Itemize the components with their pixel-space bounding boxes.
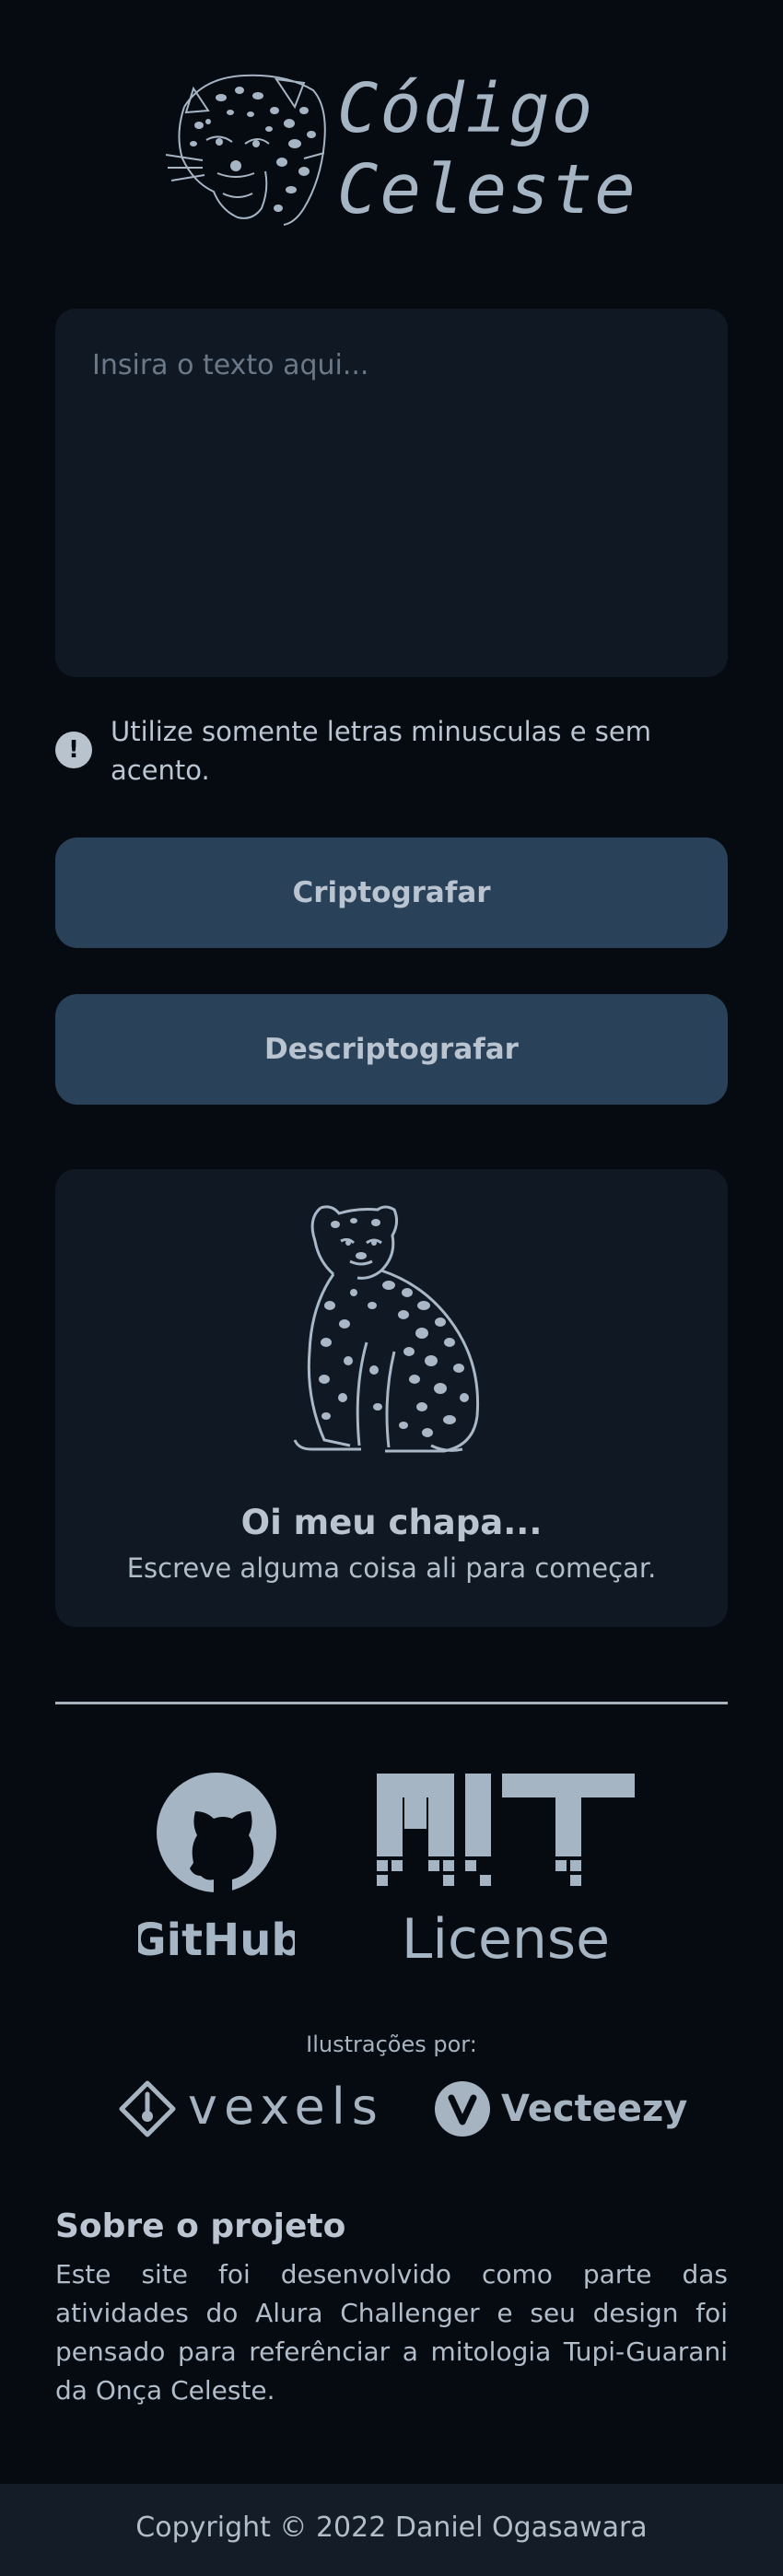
input-hint-text: Utilize somente letras minusculas e sem … — [111, 716, 652, 786]
output-title: Oi meu chapa... — [240, 1503, 543, 1542]
vecteezy-link[interactable]: Vecteezy — [435, 2079, 687, 2138]
license-label: License — [402, 1907, 610, 1967]
footer: Copyright © 2022 Daniel Ogasawara — [0, 2484, 783, 2576]
github-icon: GitHub — [130, 1773, 303, 1966]
exclamation-icon: ! — [55, 732, 92, 768]
vexels-link[interactable]: vexels — [118, 2076, 378, 2140]
site-header: Código Celeste — [0, 64, 783, 230]
site-title: Código Celeste — [337, 68, 637, 230]
sitting-jaguar-illustration — [293, 1205, 480, 1453]
mit-license-icon: License — [377, 1774, 635, 1972]
output-card: Oi meu chapa... Escreve alguma coisa ali… — [55, 1169, 728, 1627]
about-text: Este site foi desenvolvido como parte da… — [55, 2259, 728, 2406]
encrypt-button[interactable]: Criptografar — [55, 837, 728, 948]
mit-license-link[interactable]: License — [373, 1774, 640, 1972]
about-title: Sobre o projeto — [55, 2207, 346, 2245]
site-title-line1: Código — [337, 69, 595, 148]
page: Código Celeste ! Utilize somente letras … — [0, 0, 783, 2576]
github-label: GitHub — [138, 1914, 295, 1966]
copyright-text: Copyright © 2022 Daniel Ogasawara — [135, 2512, 648, 2544]
text-input-card — [55, 309, 728, 677]
decrypt-button[interactable]: Descriptografar — [55, 994, 728, 1105]
illustrations-label: Ilustrações por: — [306, 2032, 477, 2057]
vecteezy-icon — [435, 2081, 490, 2137]
vecteezy-label: Vecteezy — [501, 2088, 688, 2130]
input-hint: ! Utilize somente letras minusculas e se… — [55, 712, 728, 795]
output-subtitle: Escreve alguma coisa ali para começar. — [126, 1552, 657, 1584]
section-divider — [55, 1702, 728, 1704]
jaguar-head-logo — [166, 74, 326, 226]
text-input[interactable] — [55, 309, 728, 677]
github-link[interactable]: GitHub — [130, 1773, 303, 1966]
site-title-line2: Celeste — [337, 150, 637, 229]
vexels-icon — [119, 2080, 176, 2137]
vexels-label: vexels — [188, 2078, 384, 2136]
